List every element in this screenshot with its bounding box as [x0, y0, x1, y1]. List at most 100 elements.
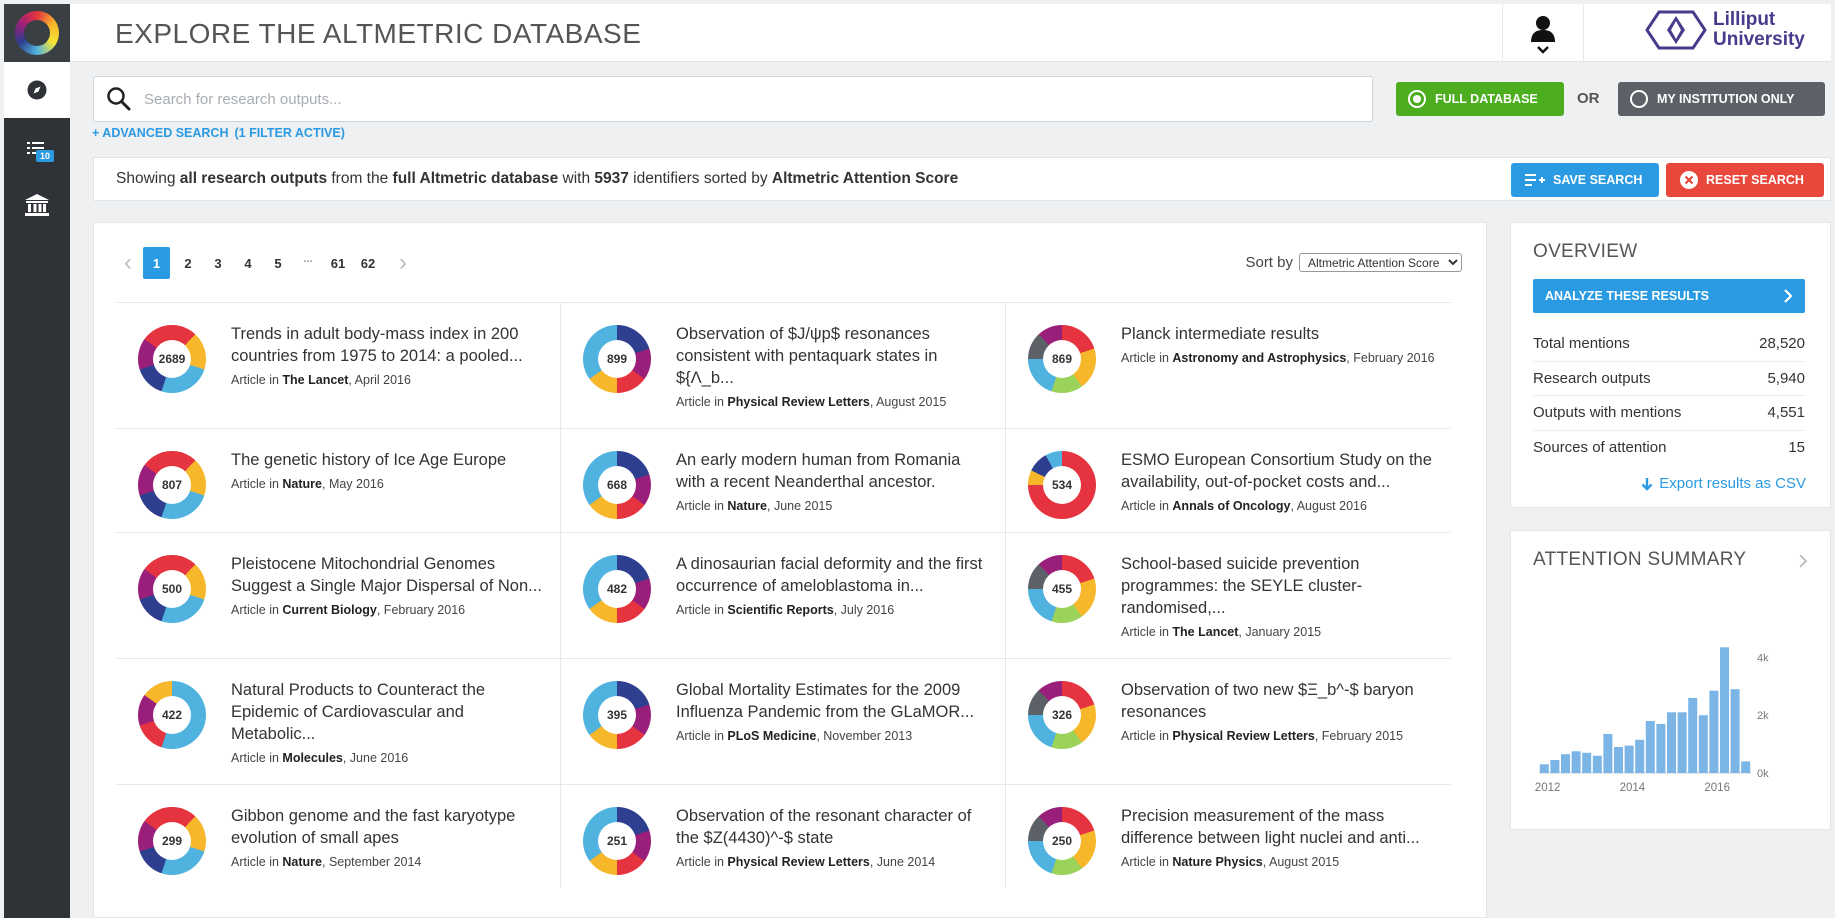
result-item[interactable]: 869 Planck intermediate results Article in… [1006, 303, 1451, 428]
result-item[interactable]: 500 Pleistocene Mitochondrial Genomes Sug… [116, 533, 561, 658]
attention-summary-panel: ATTENTION SUMMARY 0k 2k 4k 2012 2014 2016 [1510, 530, 1831, 830]
chart-bar[interactable] [1730, 689, 1740, 773]
result-item[interactable]: 534 ESMO European Consortium Study on the… [1006, 429, 1451, 532]
result-title[interactable]: Planck intermediate results [1121, 323, 1435, 345]
chart-bar[interactable] [1720, 647, 1729, 773]
result-item[interactable]: 482 A dinosaurian facial deformity and th… [561, 533, 1006, 658]
altmetric-donut[interactable]: 251 [583, 807, 651, 875]
result-title[interactable]: Global Mortality Estimates for the 2009 … [676, 679, 989, 723]
altmetric-donut[interactable]: 899 [583, 325, 651, 393]
altmetric-donut[interactable]: 299 [138, 807, 206, 875]
result-item[interactable]: 326 Observation of two new $Ξ_b^-$ baryon… [1006, 659, 1451, 784]
result-item[interactable]: 299 Gibbon genome and the fast karyotype … [116, 785, 561, 888]
page-4[interactable]: 4 [233, 247, 263, 279]
advanced-search-link[interactable]: + ADVANCED SEARCH (1 FILTER ACTIVE) [92, 126, 345, 140]
chart-bar[interactable] [1592, 755, 1602, 773]
chart-bar[interactable] [1624, 745, 1634, 773]
result-item[interactable]: 2689 Trends in adult body-mass index in 2… [116, 303, 561, 428]
altmetric-donut[interactable]: 869 [1028, 325, 1096, 393]
result-title[interactable]: Pleistocene Mitochondrial Genomes Sugges… [231, 553, 544, 597]
results-panel: ‹ 1 2 3 4 5 ... 61 62 › Sort by Altmetri… [93, 222, 1487, 918]
page-1[interactable]: 1 [143, 247, 170, 279]
chart-bar[interactable] [1741, 761, 1751, 773]
altmetric-donut[interactable]: 2689 [138, 325, 206, 393]
full-database-toggle[interactable]: FULL DATABASE [1396, 82, 1564, 116]
result-title[interactable]: ESMO European Consortium Study on the av… [1121, 449, 1435, 493]
result-item[interactable]: 395 Global Mortality Estimates for the 20… [561, 659, 1006, 784]
result-title[interactable]: Trends in adult body-mass index in 200 c… [231, 323, 544, 367]
chart-bar[interactable] [1539, 764, 1549, 773]
attention-score: 869 [1043, 340, 1081, 378]
save-search-button[interactable]: SAVE SEARCH [1511, 163, 1659, 197]
result-title[interactable]: Gibbon genome and the fast karyotype evo… [231, 805, 544, 849]
result-item[interactable]: 807 The genetic history of Ice Age Europe… [116, 429, 561, 532]
sidebar-item-institution[interactable] [4, 180, 70, 230]
attention-chart: 0k 2k 4k 2012 2014 2016 [1535, 647, 1769, 794]
result-title[interactable]: Observation of two new $Ξ_b^-$ baryon re… [1121, 679, 1435, 723]
page-title: EXPLORE THE ALTMETRIC DATABASE [115, 18, 642, 49]
sidebar-item-explore[interactable] [4, 62, 70, 118]
result-item[interactable]: 251 Observation of the resonant character… [561, 785, 1006, 888]
user-menu[interactable] [1502, 4, 1584, 62]
result-title[interactable]: Observation of the resonant character of… [676, 805, 989, 849]
altmetric-donut[interactable]: 422 [138, 681, 206, 749]
analyze-results-button[interactable]: ANALYZE THESE RESULTS [1533, 279, 1805, 313]
result-title[interactable]: An early modern human from Romania with … [676, 449, 989, 493]
result-title[interactable]: The genetic history of Ice Age Europe [231, 449, 544, 471]
altmetric-donut[interactable]: 807 [138, 451, 206, 519]
chart-bar[interactable] [1656, 723, 1666, 773]
result-title[interactable]: School-based suicide prevention programm… [1121, 553, 1435, 619]
result-title[interactable]: Precision measurement of the mass differ… [1121, 805, 1435, 849]
page-3[interactable]: 3 [203, 247, 233, 279]
institution-logo-icon [1645, 10, 1707, 50]
sidebar-item-saved-searches[interactable]: 10 [4, 124, 70, 174]
reset-search-button[interactable]: RESET SEARCH [1666, 163, 1824, 197]
chart-bar[interactable] [1603, 734, 1613, 773]
chart-bar[interactable] [1561, 754, 1570, 773]
altmetric-logo[interactable] [4, 4, 70, 62]
search-input[interactable] [144, 90, 1344, 108]
altmetric-donut[interactable]: 482 [583, 555, 651, 623]
result-item[interactable]: 899 Observation of $J/ψp$ resonances cons… [561, 303, 1006, 428]
chart-bar[interactable] [1667, 712, 1676, 773]
result-item[interactable]: 422 Natural Products to Counteract the Ep… [116, 659, 561, 784]
prev-page-button[interactable]: ‹ [116, 247, 140, 279]
altmetric-donut[interactable]: 668 [583, 451, 651, 519]
chart-bar[interactable] [1614, 747, 1623, 773]
chart-bar[interactable] [1550, 760, 1560, 773]
result-title[interactable]: Natural Products to Counteract the Epide… [231, 679, 544, 745]
page-62[interactable]: 62 [353, 247, 383, 279]
my-institution-toggle[interactable]: MY INSTITUTION ONLY [1618, 82, 1825, 116]
chart-bar[interactable] [1635, 739, 1645, 773]
altmetric-donut[interactable]: 534 [1028, 451, 1096, 519]
export-csv-link[interactable]: Export results as CSV [1641, 475, 1806, 492]
altmetric-donut[interactable]: 395 [583, 681, 651, 749]
altmetric-donut[interactable]: 250 [1028, 807, 1096, 875]
chart-bar[interactable] [1571, 751, 1581, 773]
chart-bar[interactable] [1582, 752, 1592, 773]
chart-bar[interactable] [1688, 697, 1698, 773]
page-61[interactable]: 61 [323, 247, 353, 279]
result-meta: Article in Scientific Reports, July 2016 [676, 603, 989, 618]
result-item[interactable]: 668 An early modern human from Romania wi… [561, 429, 1006, 532]
next-page-button[interactable]: › [391, 247, 415, 279]
chart-bar[interactable] [1698, 715, 1708, 773]
result-item[interactable]: 250 Precision measurement of the mass dif… [1006, 785, 1451, 888]
result-item[interactable]: 455 School-based suicide prevention progr… [1006, 533, 1451, 658]
chart-bar[interactable] [1645, 721, 1655, 773]
chart-bar[interactable] [1677, 712, 1687, 773]
page-5[interactable]: 5 [263, 247, 293, 279]
result-type: Article in [1121, 499, 1173, 513]
result-title[interactable]: Observation of $J/ψp$ resonances consist… [676, 323, 989, 389]
pagination: ‹ 1 2 3 4 5 ... 61 62 › [116, 247, 415, 279]
attention-summary-expand-icon[interactable] [1798, 553, 1808, 569]
result-title[interactable]: A dinosaurian facial deformity and the f… [676, 553, 989, 597]
sort-select[interactable]: Altmetric Attention Score [1299, 253, 1462, 272]
page-2[interactable]: 2 [173, 247, 203, 279]
altmetric-donut[interactable]: 326 [1028, 681, 1096, 749]
result-meta: Article in The Lancet, April 2016 [231, 373, 544, 388]
chart-bar[interactable] [1709, 690, 1719, 773]
altmetric-donut[interactable]: 500 [138, 555, 206, 623]
result-meta: Article in Current Biology, February 201… [231, 603, 544, 618]
altmetric-donut[interactable]: 455 [1028, 555, 1096, 623]
